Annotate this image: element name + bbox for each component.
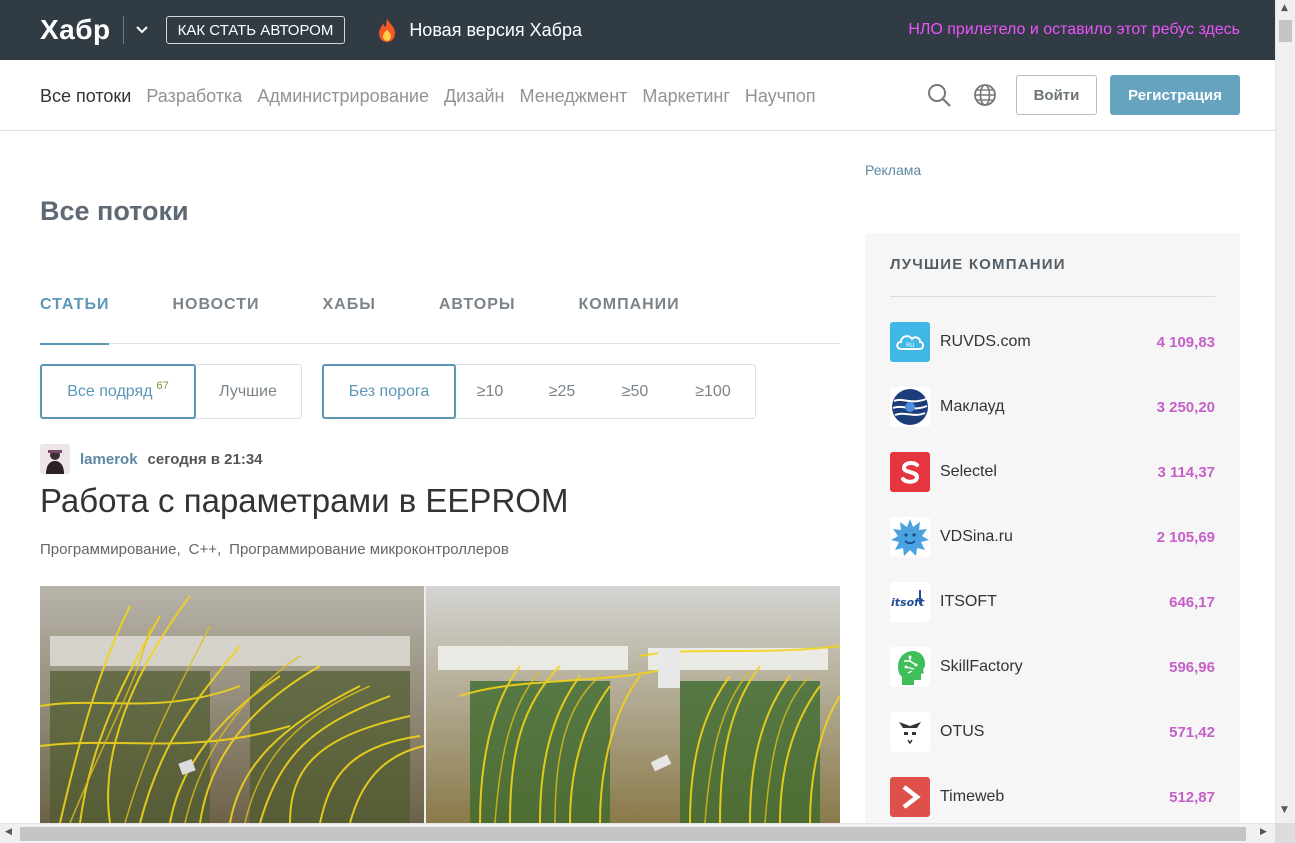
tab-articles[interactable]: СТАТЬИ: [40, 296, 110, 345]
flow-links: Все потоки Разработка Администрирование …: [40, 86, 831, 107]
post-time: сегодня в 21:34: [147, 450, 263, 468]
hub-link[interactable]: C++,: [189, 541, 222, 558]
company-name: SkillFactory: [940, 658, 1023, 675]
skillfactory-head-icon: [890, 647, 930, 687]
ufo-link[interactable]: НЛО прилетело и оставило этот ребус здес…: [908, 21, 1240, 39]
company-name: Timeweb: [940, 788, 1005, 805]
company-item[interactable]: Timeweb 512,87: [890, 777, 1215, 817]
filter-best-button[interactable]: Лучшие: [195, 365, 301, 418]
new-version-link[interactable]: Новая версия Хабра: [375, 17, 582, 43]
svg-text:RU: RU: [906, 342, 915, 349]
new-count-badge: 67: [156, 379, 169, 392]
company-rating: 3 250,20: [1156, 398, 1215, 416]
habr-page: Хабр КАК СТАТЬ АВТОРОМ Новая версия Хабр…: [0, 0, 1295, 843]
company-rating: 596,96: [1169, 658, 1215, 676]
nav-link-marketing[interactable]: Маркетинг: [642, 86, 730, 107]
tab-companies[interactable]: КОМПАНИИ: [579, 296, 680, 344]
company-name: Маклауд: [940, 398, 1005, 415]
company-rating: 646,17: [1169, 593, 1215, 611]
macloud-globe-icon: [890, 387, 930, 427]
vdsina-sun-icon: [890, 517, 930, 557]
how-to-become-author-button[interactable]: КАК СТАТЬ АВТОРОМ: [165, 16, 346, 44]
login-button[interactable]: Войти: [1016, 75, 1097, 115]
divider: [890, 296, 1215, 297]
company-item[interactable]: RU RUVDS.com 4 109,83: [890, 322, 1215, 362]
scroll-left-arrow-icon[interactable]: ◀: [5, 827, 12, 837]
vertical-scroll-thumb[interactable]: [1279, 20, 1292, 42]
ad-label[interactable]: Реклама: [865, 162, 921, 178]
company-item[interactable]: VDSina.ru 2 105,69: [890, 517, 1215, 557]
filter-all-button[interactable]: Все подряд 67: [40, 364, 196, 419]
top-companies-title: ЛУЧШИЕ КОМПАНИИ: [890, 256, 1066, 273]
nav-link-design[interactable]: Дизайн: [444, 86, 505, 107]
hub-link[interactable]: Программирование,: [40, 541, 181, 558]
company-item[interactable]: Маклауд 3 250,20: [890, 387, 1215, 427]
tab-authors[interactable]: АВТОРЫ: [439, 296, 516, 344]
hub-link[interactable]: Программирование микроконтроллеров: [229, 541, 509, 558]
timeweb-arrow-icon: [890, 777, 930, 817]
nav-link-development[interactable]: Разработка: [146, 86, 242, 107]
top-bar: Хабр КАК СТАТЬ АВТОРОМ Новая версия Хабр…: [0, 0, 1275, 60]
top-companies-panel: ЛУЧШИЕ КОМПАНИИ RU RUVDS.com 4 109,83 Ма…: [865, 233, 1240, 843]
habr-logo[interactable]: Хабр: [40, 14, 111, 46]
threshold-10-button[interactable]: ≥10: [455, 365, 525, 418]
company-name: ITSOFT: [940, 593, 997, 610]
itsoft-wordmark-icon: itsoft: [890, 582, 930, 622]
company-name: OTUS: [940, 723, 985, 740]
selectel-s-icon: [890, 452, 930, 492]
company-rating: 2 105,69: [1156, 528, 1215, 546]
post-hubs: Программирование, C++, Программирование …: [40, 541, 517, 558]
nav-link-popsci[interactable]: Научпоп: [745, 86, 816, 107]
horizontal-scroll-thumb[interactable]: [20, 827, 1246, 841]
scroll-right-arrow-icon[interactable]: ▶: [1260, 827, 1267, 837]
company-item[interactable]: itsoft ITSOFT 646,17: [890, 582, 1215, 622]
threshold-100-button[interactable]: ≥100: [671, 365, 755, 418]
vertical-scrollbar[interactable]: ▲ ▼: [1275, 0, 1295, 823]
nav-link-admin[interactable]: Администрирование: [257, 86, 429, 107]
nav-link-management[interactable]: Менеджмент: [520, 86, 628, 107]
company-rating: 3 114,37: [1157, 463, 1215, 481]
page-title: Все потоки: [40, 196, 189, 226]
search-icon[interactable]: [926, 82, 952, 108]
tab-hubs[interactable]: ХАБЫ: [322, 296, 375, 344]
company-rating: 4 109,83: [1156, 333, 1215, 351]
post-cover-image[interactable]: [40, 586, 840, 823]
threshold-filter-group: Без порога ≥10 ≥25 ≥50 ≥100: [322, 364, 756, 419]
scrollbar-corner: [1275, 823, 1295, 843]
company-name: VDSina.ru: [940, 528, 1013, 545]
nav-link-all[interactable]: Все потоки: [40, 86, 131, 107]
post-meta: lamerok сегодня в 21:34: [40, 444, 263, 474]
company-item[interactable]: OTUS 571,42: [890, 712, 1215, 752]
globe-icon[interactable]: [972, 82, 998, 108]
sort-filter-group: Все подряд 67 Лучшие: [40, 364, 302, 419]
content-tabs: СТАТЬИ НОВОСТИ ХАБЫ АВТОРЫ КОМПАНИИ: [40, 296, 840, 345]
post-title[interactable]: Работа с параметрами в EEPROM: [40, 482, 568, 520]
scroll-down-arrow-icon[interactable]: ▼: [1281, 805, 1288, 815]
scroll-up-arrow-icon[interactable]: ▲: [1281, 3, 1288, 13]
otus-owl-icon: [890, 712, 930, 752]
chevron-down-icon[interactable]: [132, 20, 152, 40]
company-item[interactable]: SkillFactory 596,96: [890, 647, 1215, 687]
filter-all-label: Все подряд: [67, 382, 153, 400]
threshold-none-button[interactable]: Без порога: [322, 364, 456, 419]
horizontal-scrollbar[interactable]: ◀ ▶: [0, 823, 1275, 843]
company-name: Selectel: [940, 463, 997, 480]
register-button[interactable]: Регистрация: [1110, 75, 1240, 115]
main-nav: Все потоки Разработка Администрирование …: [0, 60, 1275, 131]
fire-icon: [379, 18, 396, 42]
new-version-label: Новая версия Хабра: [409, 19, 582, 40]
company-item[interactable]: Selectel 3 114,37: [890, 452, 1215, 492]
tab-news[interactable]: НОВОСТИ: [172, 296, 259, 344]
company-name: RUVDS.com: [940, 333, 1031, 350]
ruvds-cloud-icon: RU: [890, 322, 930, 362]
threshold-50-button[interactable]: ≥50: [599, 365, 671, 418]
avatar[interactable]: [40, 444, 70, 474]
logo-divider: [122, 16, 124, 44]
company-rating: 571,42: [1169, 723, 1215, 741]
author-link[interactable]: lamerok: [80, 451, 138, 468]
company-rating: 512,87: [1169, 788, 1215, 806]
threshold-25-button[interactable]: ≥25: [525, 365, 599, 418]
